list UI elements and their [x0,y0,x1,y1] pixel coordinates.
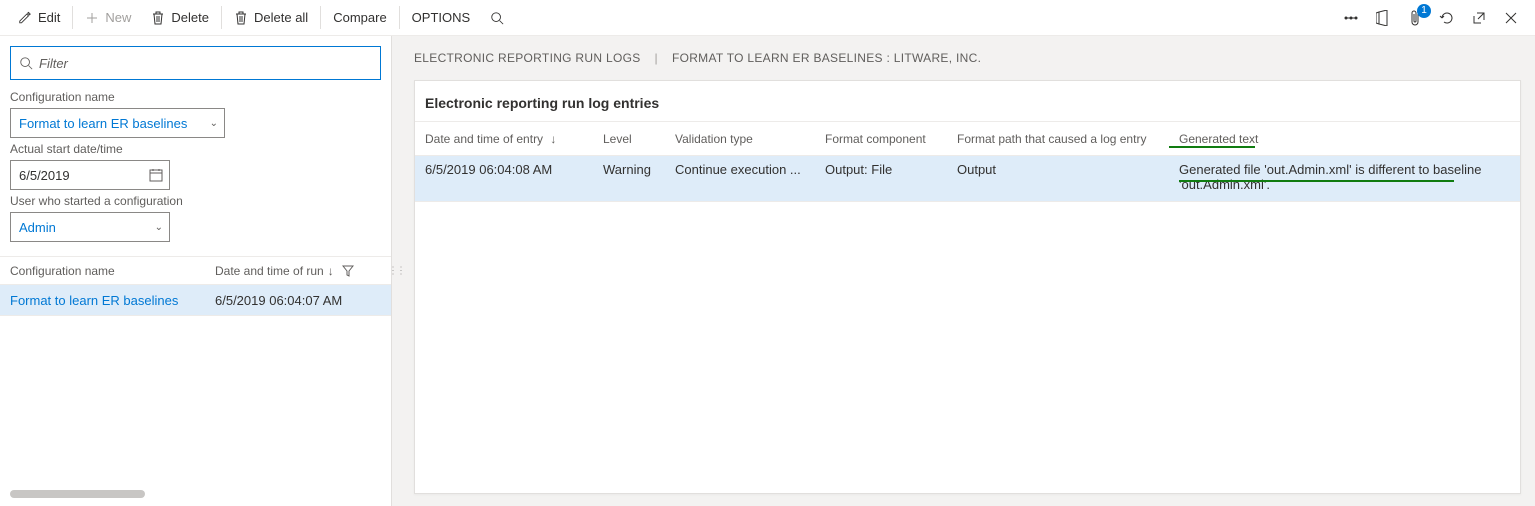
toolbar-right: 1 [1343,0,1535,35]
refresh-icon[interactable] [1439,10,1455,26]
scrollbar[interactable] [10,490,145,498]
separator [399,6,400,29]
toolbar: Edit New Delete Delete all Compare [0,0,1535,36]
row-config-name: Format to learn ER baselines [10,293,215,308]
delete-all-label: Delete all [254,10,308,25]
main-grid: Date and time of entry ↓ Level Validatio… [415,121,1520,493]
compare-button[interactable]: Compare [323,0,396,35]
filter-icon[interactable] [342,265,354,277]
arrow-down-icon: ↓ [328,264,334,278]
chevron-down-icon: ⌄ [155,222,163,233]
log-card: Electronic reporting run log entries Dat… [414,80,1521,494]
new-button[interactable]: New [75,0,141,35]
cell-level: Warning [593,162,665,177]
cell-format-path: Output [947,162,1169,177]
highlight-underline [1179,180,1454,182]
left-grid-header: Configuration name Date and time of run … [0,256,391,284]
edit-label: Edit [38,10,60,25]
search-icon [19,56,33,70]
col-date[interactable]: Date and time of entry ↓ [415,132,593,146]
left-panel: Configuration name Format to learn ER ba… [0,36,392,506]
col-format-path[interactable]: Format path that caused a log entry [947,132,1169,146]
toolbar-left: Edit New Delete Delete all Compare [8,0,514,35]
search-button[interactable] [480,0,514,35]
chevron-down-icon: ⌄ [210,118,218,129]
col-date-of-run[interactable]: Date and time of run ↓ [215,264,381,278]
plus-icon [85,11,99,25]
separator [72,6,73,29]
start-date-input[interactable]: 6/5/2019 [10,160,170,190]
col-config-name[interactable]: Configuration name [10,264,215,278]
col-format-component[interactable]: Format component [815,132,947,146]
grid-header: Date and time of entry ↓ Level Validatio… [415,122,1520,156]
options-label: OPTIONS [412,10,471,25]
cell-generated-text: Generated file 'out.Admin.xml' is differ… [1169,162,1520,192]
filter-input[interactable] [39,56,372,71]
config-name-select[interactable]: Format to learn ER baselines ⌄ [10,108,225,138]
trash-icon [234,11,248,25]
badge: 1 [1417,4,1431,18]
connector-icon[interactable] [1343,10,1359,26]
table-row[interactable]: 6/5/2019 06:04:08 AM Warning Continue ex… [415,156,1520,202]
user-select[interactable]: Admin ⌄ [10,212,170,242]
edit-button[interactable]: Edit [8,0,70,35]
user-value: Admin [19,220,56,235]
cell-validation-type: Continue execution ... [665,162,815,177]
highlight-underline [1169,146,1255,148]
start-date-label: Actual start date/time [10,142,381,156]
separator [221,6,222,29]
config-name-label: Configuration name [10,90,381,104]
delete-label: Delete [171,10,209,25]
delete-button[interactable]: Delete [141,0,219,35]
office-icon[interactable] [1375,10,1391,26]
config-name-value: Format to learn ER baselines [19,116,187,131]
edit-icon [18,11,32,25]
breadcrumb-item[interactable]: ELECTRONIC REPORTING RUN LOGS [414,51,641,65]
filter-box[interactable] [10,46,381,80]
search-icon [490,11,504,25]
col-validation-type[interactable]: Validation type [665,132,815,146]
left-grid-row[interactable]: Format to learn ER baselines 6/5/2019 06… [0,284,391,316]
arrow-down-icon: ↓ [550,132,556,146]
card-title: Electronic reporting run log entries [415,81,1520,121]
close-icon[interactable] [1503,10,1519,26]
attach-icon[interactable]: 1 [1407,10,1423,26]
breadcrumb-item[interactable]: FORMAT TO LEARN ER BASELINES : LITWARE, … [672,51,981,65]
row-date: 6/5/2019 06:04:07 AM [215,293,381,308]
trash-icon [151,11,165,25]
delete-all-button[interactable]: Delete all [224,0,318,35]
col-level[interactable]: Level [593,132,665,146]
separator [320,6,321,29]
breadcrumb: ELECTRONIC REPORTING RUN LOGS | FORMAT T… [392,36,1535,80]
popout-icon[interactable] [1471,10,1487,26]
cell-date: 6/5/2019 06:04:08 AM [415,162,593,177]
user-label: User who started a configuration [10,194,381,208]
body: Configuration name Format to learn ER ba… [0,36,1535,506]
compare-label: Compare [333,10,386,25]
col-generated-text[interactable]: Generated text [1169,132,1520,146]
new-label: New [105,10,131,25]
options-button[interactable]: OPTIONS [402,0,481,35]
drag-handle-icon[interactable]: ⋮⋮ [388,266,404,277]
calendar-icon [149,168,163,182]
start-date-value: 6/5/2019 [19,168,70,183]
breadcrumb-separator: | [655,51,658,65]
cell-format-component: Output: File [815,162,947,177]
right-area: ⋮⋮ ELECTRONIC REPORTING RUN LOGS | FORMA… [392,36,1535,506]
